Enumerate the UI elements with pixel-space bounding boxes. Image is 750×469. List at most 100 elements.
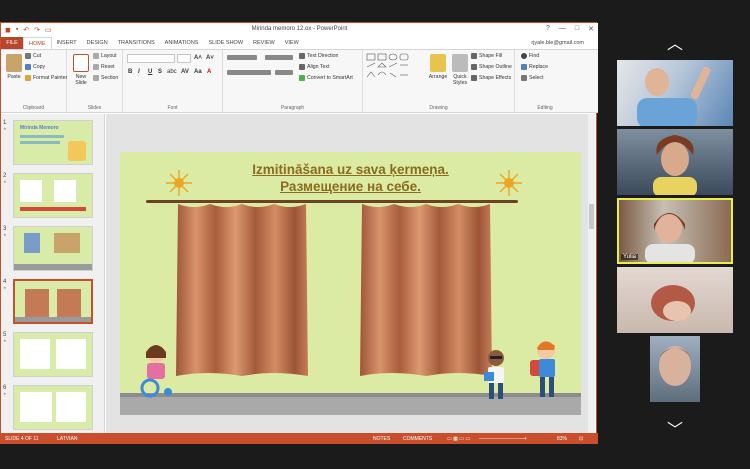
underline-button[interactable]: U (148, 69, 152, 75)
thumbnail-number: 6 (3, 385, 7, 396)
notes-button[interactable]: NOTES (373, 436, 390, 442)
help-icon[interactable]: ? (546, 25, 550, 33)
shapes-gallery[interactable] (366, 53, 424, 83)
close-icon[interactable]: ✕ (588, 25, 594, 33)
zoom-level[interactable]: 83% (557, 436, 567, 442)
paste-button[interactable]: Paste (3, 54, 25, 80)
tab-view[interactable]: VIEW (280, 37, 304, 49)
shadow-button[interactable]: S (158, 69, 162, 75)
quick-styles-button[interactable]: Quick Styles (449, 54, 471, 86)
editing-group: Find Replace Select Editing (515, 50, 575, 112)
scroll-up-icon[interactable]: ︿ (667, 30, 683, 54)
slide-thumbnail-selected[interactable] (13, 279, 93, 324)
shape-fill-button[interactable]: Shape Fill (471, 53, 502, 59)
slides-group: New Slide Layout Reset Section Slides (67, 50, 123, 112)
text-direction-button[interactable]: Text Direction (299, 53, 338, 59)
arrange-button[interactable]: Arrange (427, 54, 449, 80)
convert-smartart-button[interactable]: Convert to SmartArt (299, 75, 353, 81)
layout-button[interactable]: Layout (93, 53, 117, 59)
participant-video[interactable] (617, 267, 733, 333)
participant-figure (659, 346, 691, 386)
indent-button[interactable] (265, 55, 293, 60)
tab-insert[interactable]: INSERT (52, 37, 82, 49)
scrollbar-thumb[interactable] (589, 204, 594, 229)
slide-thumbnail[interactable] (13, 226, 93, 271)
sun-left-icon (166, 170, 192, 196)
tab-slide-show[interactable]: SLIDE SHOW (203, 37, 248, 49)
fit-to-window-icon[interactable]: ⊡ (579, 436, 583, 442)
tab-transitions[interactable]: TRANSITIONS (113, 37, 160, 49)
find-button[interactable]: Find (521, 53, 539, 59)
current-slide[interactable]: Izmitināšana uz sava ķermeņa. Размещение… (120, 152, 581, 415)
participant-video[interactable] (617, 60, 733, 126)
slide-thumbnail[interactable] (13, 173, 93, 218)
indent-icon (265, 55, 293, 60)
tab-review[interactable]: REVIEW (248, 37, 280, 49)
increase-font-button[interactable]: A˄ (194, 55, 202, 61)
minimize-icon[interactable]: — (559, 25, 566, 33)
align-text-button[interactable]: Align Text (299, 64, 329, 70)
slide-thumbnail-pane[interactable]: 1 Mirinda Memoro 2 3 4 5 6 (1, 114, 105, 433)
curtain-right[interactable] (358, 200, 494, 380)
slide-thumbnail[interactable]: Mirinda Memoro (13, 120, 93, 165)
italic-button[interactable]: I (138, 69, 140, 75)
slides-label: Slides (87, 105, 102, 111)
format-painter-button[interactable]: Format Painter (25, 75, 67, 81)
tab-file[interactable]: FILE (1, 37, 23, 49)
shape-effects-button[interactable]: Shape Effects (471, 75, 511, 81)
char-spacing-button[interactable]: AV (181, 69, 189, 75)
decrease-font-button[interactable]: A˅ (206, 55, 214, 61)
curtain-left[interactable] (174, 200, 310, 380)
vertical-scrollbar[interactable] (588, 114, 595, 433)
editing-label: Editing (537, 105, 553, 111)
slide-thumbnail[interactable] (13, 332, 93, 377)
bullets-button[interactable] (227, 55, 257, 60)
columns-icon (275, 70, 293, 75)
bold-button[interactable]: B (128, 69, 132, 75)
new-slide-button[interactable]: New Slide (70, 54, 92, 86)
language-indicator[interactable]: LATVIAN (57, 436, 77, 442)
boy-backpack-icon[interactable] (524, 338, 564, 404)
view-buttons[interactable]: ▭ ▦ ▭ ▭ (447, 436, 470, 442)
slide-thumbnail[interactable] (13, 385, 93, 430)
tab-home[interactable]: HOME (23, 37, 52, 49)
cut-button[interactable]: Cut (25, 53, 41, 59)
change-case-button[interactable]: Aa (194, 69, 202, 75)
participant-video[interactable] (617, 129, 733, 195)
thumbnail-text-line (20, 141, 60, 144)
slide-counter: SLIDE 4 OF 11 (5, 436, 39, 442)
font-size-input[interactable] (177, 54, 191, 63)
thumbnail-floor (15, 317, 91, 322)
participant-video-active[interactable]: Yulia (617, 198, 733, 264)
replace-button[interactable]: Replace (521, 64, 548, 70)
scroll-down-icon[interactable]: ﹀ (667, 416, 683, 440)
tab-design[interactable]: DESIGN (82, 37, 113, 49)
girl-wheelchair-icon[interactable] (136, 342, 178, 398)
font-color-button[interactable]: A (207, 69, 211, 75)
font-name-input[interactable] (127, 54, 175, 63)
participant-figure (645, 213, 695, 262)
comments-button[interactable]: COMMENTS (403, 436, 432, 442)
font-group: A˄ A˅ B I U S abc AV Aa A Font (123, 50, 223, 112)
section-button[interactable]: Section (93, 75, 118, 81)
copy-button[interactable]: Copy (25, 64, 45, 70)
reset-button[interactable]: Reset (93, 64, 115, 70)
user-account[interactable]: rjyale.ble@gmail.com (531, 40, 584, 46)
scissors-icon (25, 53, 31, 59)
strikethrough-button[interactable]: abc (167, 69, 177, 75)
tab-animations[interactable]: ANIMATIONS (160, 37, 204, 49)
columns-button[interactable] (275, 70, 293, 75)
sun-right-icon (496, 170, 522, 196)
maximize-icon[interactable]: □ (575, 25, 579, 33)
section-icon (93, 75, 99, 81)
thumbnail-text-box (20, 392, 52, 422)
slide-canvas[interactable]: Izmitināšana uz sava ķermeņa. Размещение… (106, 114, 590, 433)
shape-outline-button[interactable]: Shape Outline (471, 64, 512, 70)
boy-reading-icon[interactable] (480, 348, 512, 404)
select-button[interactable]: Select (521, 75, 543, 81)
layout-icon (93, 53, 99, 59)
thumbnail-title: Mirinda Memoro (20, 125, 59, 131)
zoom-slider[interactable]: —————————+ (479, 436, 527, 442)
participant-video[interactable] (650, 336, 700, 402)
align-buttons[interactable] (227, 70, 271, 75)
